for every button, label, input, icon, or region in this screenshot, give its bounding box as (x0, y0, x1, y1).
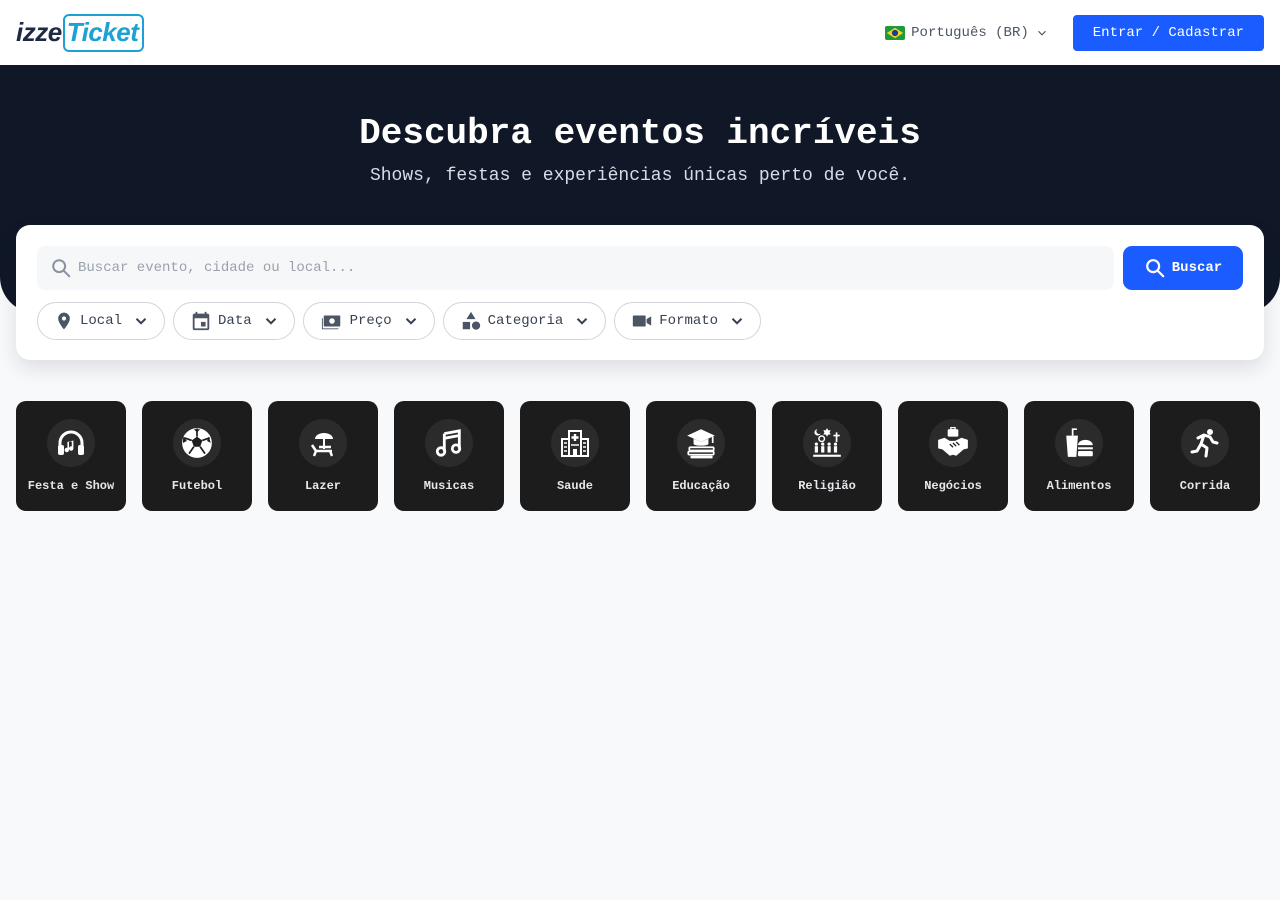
filter-data-label: Data (218, 313, 252, 329)
category-icon-wrapper (677, 419, 725, 467)
religion-icon (813, 428, 841, 457)
category-label: Alimentos (1046, 479, 1112, 493)
search-button-label: Buscar (1171, 260, 1223, 276)
top-navbar: izze Ticket Português (BR) Entrar / Cada… (0, 0, 1280, 65)
category-lazer[interactable]: Lazer (268, 401, 378, 511)
search-icon (1145, 259, 1165, 278)
search-field-container[interactable] (37, 246, 1114, 290)
category-label: Musicas (423, 479, 475, 493)
logo-text-ticket: Ticket (62, 13, 145, 52)
search-icon (52, 259, 71, 278)
graduation-cap-icon (687, 429, 715, 459)
hero-subtitle: Shows, festas e experiências únicas pert… (369, 166, 911, 186)
category-label: Futebol (171, 479, 223, 493)
chevron-down-icon (265, 318, 276, 325)
filter-formato[interactable]: Formato (614, 302, 762, 340)
chevron-down-icon (405, 318, 416, 325)
login-signup-button[interactable]: Entrar / Cadastrar (1072, 14, 1264, 51)
logo-text-izze: izze (16, 17, 62, 47)
category-corrida[interactable]: Corrida (1150, 401, 1260, 511)
runner-icon (1190, 429, 1219, 458)
video-camera-icon (633, 315, 652, 327)
category-alimentos[interactable]: Alimentos (1024, 401, 1134, 511)
soccer-ball-icon (182, 428, 212, 458)
category-musicas[interactable]: Musicas (394, 401, 504, 511)
brazil-flag-icon (885, 25, 906, 40)
handshake-icon (938, 426, 968, 456)
category-educacao[interactable]: Educação (646, 401, 756, 511)
filter-local[interactable]: Local (37, 302, 166, 340)
filter-categoria[interactable]: Categoria (442, 302, 607, 340)
category-label: Festa e Show (27, 479, 115, 493)
category-negocios[interactable]: Negócios (898, 401, 1008, 511)
filter-categoria-label: Categoria (487, 313, 564, 329)
chevron-down-icon (1037, 30, 1046, 36)
music-note-icon (435, 429, 462, 457)
category-list: Festa e Show Futebol Lazer Musicas Saude… (16, 401, 1260, 511)
category-icon-wrapper (551, 419, 599, 467)
search-button[interactable]: Buscar (1123, 246, 1243, 290)
filter-data[interactable]: Data (173, 302, 295, 340)
chevron-down-icon (135, 318, 147, 325)
filter-preco[interactable]: Preço (302, 302, 435, 340)
filter-bar: Local Data Preço Categoria Formato (37, 302, 1243, 340)
shapes-icon (462, 311, 480, 330)
hero-title: Descubra eventos incríveis (359, 113, 921, 154)
category-saude[interactable]: Saude (520, 401, 630, 511)
category-icon-wrapper (929, 419, 977, 467)
category-label: Negócios (924, 479, 982, 493)
filter-preco-label: Preço (349, 313, 392, 329)
fast-food-icon (1066, 428, 1093, 457)
category-icon-wrapper (299, 419, 347, 467)
headphones-icon (58, 430, 84, 455)
money-icon (321, 315, 340, 330)
category-icon-wrapper (173, 419, 221, 467)
calendar-icon (192, 311, 210, 331)
izzeticket-logo[interactable]: izze Ticket (16, 13, 145, 53)
language-selector[interactable]: Português (BR) (885, 25, 1049, 41)
category-label: Lazer (304, 479, 341, 493)
category-label: Religião (798, 479, 856, 493)
category-icon-wrapper (1055, 419, 1103, 467)
category-icon-wrapper (803, 419, 851, 467)
category-icon-wrapper (47, 419, 95, 467)
language-label: Português (BR) (911, 24, 1029, 41)
hospital-icon (561, 430, 589, 457)
chevron-down-icon (577, 318, 588, 325)
header-actions: Português (BR) Entrar / Cadastrar (885, 14, 1264, 51)
category-futebol[interactable]: Futebol (142, 401, 252, 511)
category-icon-wrapper (425, 419, 473, 467)
chevron-down-icon (731, 318, 743, 325)
category-religiao[interactable]: Religião (772, 401, 882, 511)
filter-formato-label: Formato (659, 313, 719, 329)
category-festa-e-show[interactable]: Festa e Show (16, 401, 126, 511)
search-input[interactable] (78, 260, 1058, 276)
search-row: Buscar (37, 246, 1243, 290)
filter-local-label: Local (80, 313, 123, 329)
category-icon-wrapper (1181, 419, 1229, 467)
map-pin-icon (58, 312, 70, 330)
category-label: Educação (672, 479, 730, 493)
category-label: Corrida (1179, 479, 1231, 493)
beach-chair-icon (310, 433, 334, 457)
category-label: Saude (556, 479, 593, 493)
search-panel: Buscar Local Data Preço Categoria Format… (16, 225, 1264, 360)
